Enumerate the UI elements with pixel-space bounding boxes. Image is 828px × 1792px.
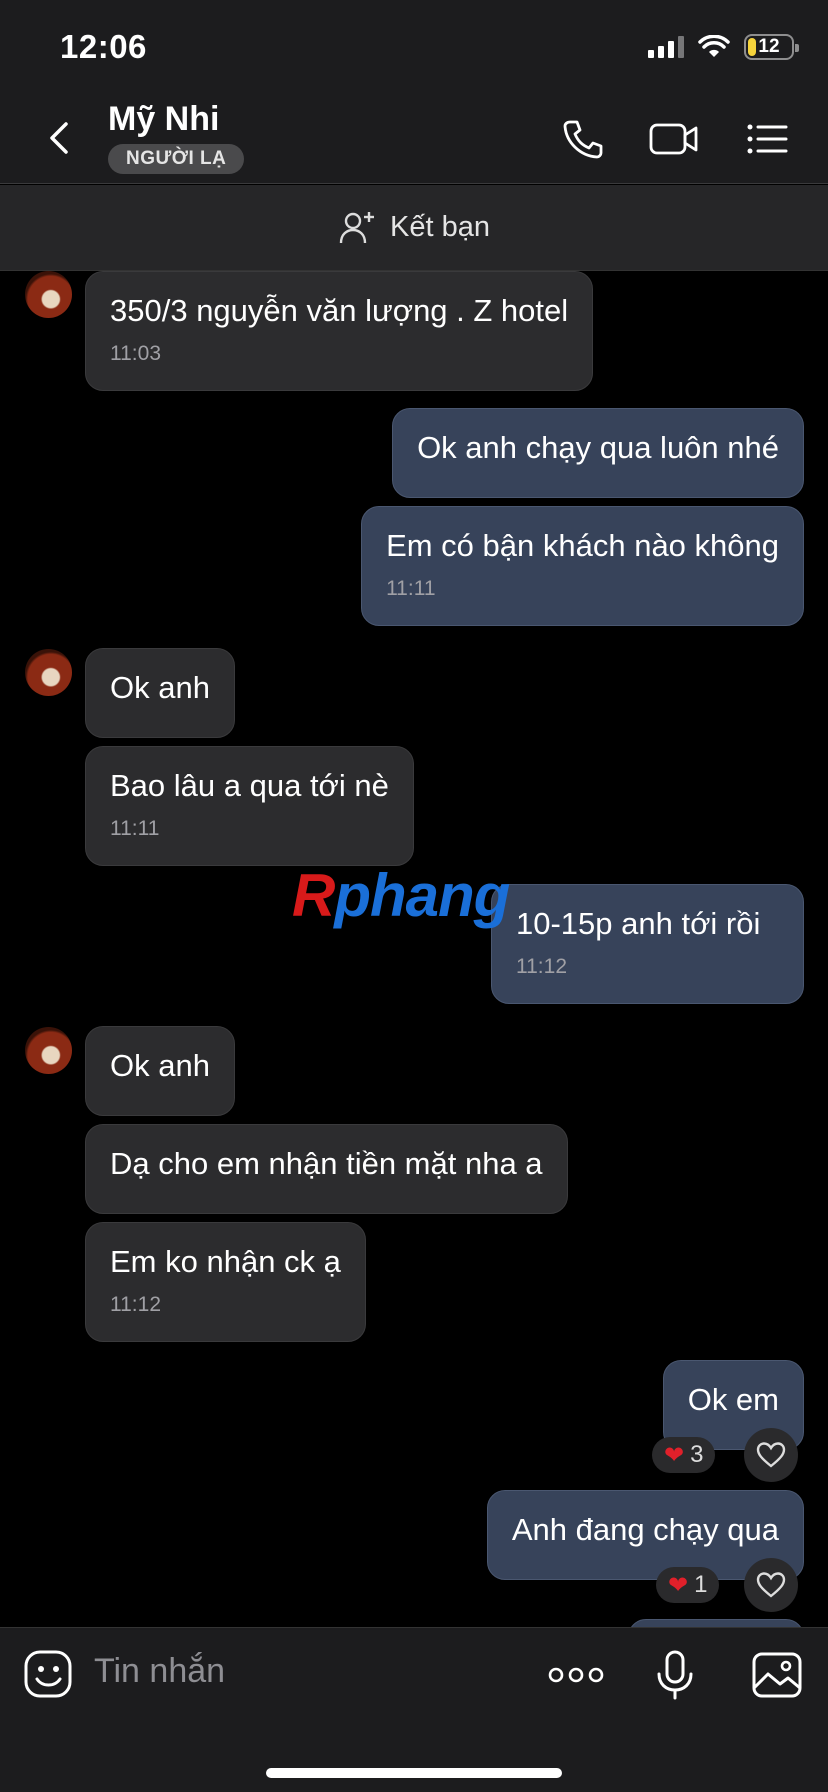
message-text: Ok anh (110, 1048, 210, 1083)
message-text: Ok anh chạy qua luôn nhé (417, 430, 779, 465)
watermark: Rphang (292, 862, 510, 929)
sticker-icon[interactable] (22, 1648, 76, 1702)
heart-icon: ❤ (664, 1441, 685, 1469)
message-composer: Tin nhắn (0, 1627, 828, 1792)
message-text: Em có bận khách nào không (386, 528, 779, 563)
status-icons: 12 (648, 34, 799, 60)
stranger-badge: NGƯỜI LẠ (108, 144, 245, 174)
like-button[interactable] (744, 1428, 798, 1482)
message-time: 11:12 (516, 955, 567, 979)
message-bubble[interactable]: Dạ cho em nhận tiền mặt nha a (85, 1124, 568, 1214)
add-friend-button[interactable]: Kết bạn (0, 185, 828, 271)
menu-icon[interactable] (744, 116, 790, 162)
reaction-badge[interactable]: ❤ 3 (652, 1437, 716, 1473)
phone-icon[interactable] (560, 116, 606, 162)
message-bubble[interactable]: Em có bận khách nào không 11:11 (361, 506, 804, 626)
back-icon[interactable] (40, 118, 80, 158)
message-bubble[interactable]: Ok anh (85, 1026, 235, 1116)
avatar[interactable] (25, 649, 72, 696)
like-button[interactable] (744, 1558, 798, 1612)
message-bubble[interactable]: Bao lâu a qua tới nè 11:11 (85, 746, 414, 866)
message-time: 11:03 (110, 342, 161, 366)
contact-name[interactable]: Mỹ Nhi (108, 100, 219, 139)
avatar[interactable] (25, 1027, 72, 1074)
message-input[interactable]: Tin nhắn (94, 1652, 225, 1691)
reaction-badge[interactable]: ❤ 1 (656, 1567, 720, 1603)
message-bubble[interactable]: Em ko nhận ck ạ 11:12 (85, 1222, 366, 1342)
battery-icon: 12 (744, 34, 799, 60)
heart-icon: ❤ (668, 1571, 689, 1599)
home-indicator[interactable] (266, 1768, 562, 1778)
message-text: Dạ cho em nhận tiền mặt nha a (110, 1146, 543, 1181)
add-friend-label: Kết bạn (390, 211, 490, 243)
image-icon[interactable] (750, 1648, 804, 1702)
microphone-icon[interactable] (648, 1648, 702, 1702)
message-bubble[interactable]: 10-15p anh tới rồi 11:12 (491, 884, 804, 1004)
signal-icon (648, 36, 684, 58)
message-bubble[interactable]: 350/3 nguyễn văn lượng . Z hotel 11:03 (85, 271, 594, 391)
more-icon[interactable] (546, 1648, 606, 1702)
message-bubble[interactable]: Ok anh chạy qua luôn nhé (392, 408, 804, 498)
message-text: Em ko nhận ck ạ (110, 1244, 341, 1279)
avatar[interactable] (25, 271, 72, 318)
status-time: 12:06 (60, 28, 147, 65)
message-text: Anh đang chạy qua (511, 1512, 779, 1547)
message-list[interactable]: 350/3 nguyễn văn lượng . Z hotel 11:03 O… (0, 271, 828, 1627)
battery-level: 12 (758, 36, 780, 57)
message-time: 11:11 (110, 817, 160, 841)
video-icon[interactable] (648, 116, 700, 162)
message-bubble-partial[interactable] (628, 1619, 804, 1627)
message-time: 11:11 (386, 577, 436, 601)
status-bar: 12:06 12 (0, 0, 828, 92)
chat-header: Mỹ Nhi NGƯỜI LẠ (0, 92, 828, 184)
heart-outline-icon (756, 1572, 786, 1598)
message-time: 11:12 (110, 1293, 161, 1317)
reaction-count: 1 (694, 1571, 708, 1598)
message-text: 350/3 nguyễn văn lượng . Z hotel (110, 293, 569, 328)
message-text: Ok anh (110, 670, 210, 705)
heart-outline-icon (756, 1442, 786, 1468)
message-text: 10-15p anh tới rồi (516, 906, 761, 941)
message-text: Ok em (687, 1382, 779, 1417)
add-friend-icon (339, 211, 374, 243)
wifi-icon (698, 35, 730, 57)
message-bubble[interactable]: Ok anh (85, 648, 235, 738)
reaction-count: 3 (690, 1441, 704, 1468)
message-text: Bao lâu a qua tới nè (110, 768, 389, 803)
